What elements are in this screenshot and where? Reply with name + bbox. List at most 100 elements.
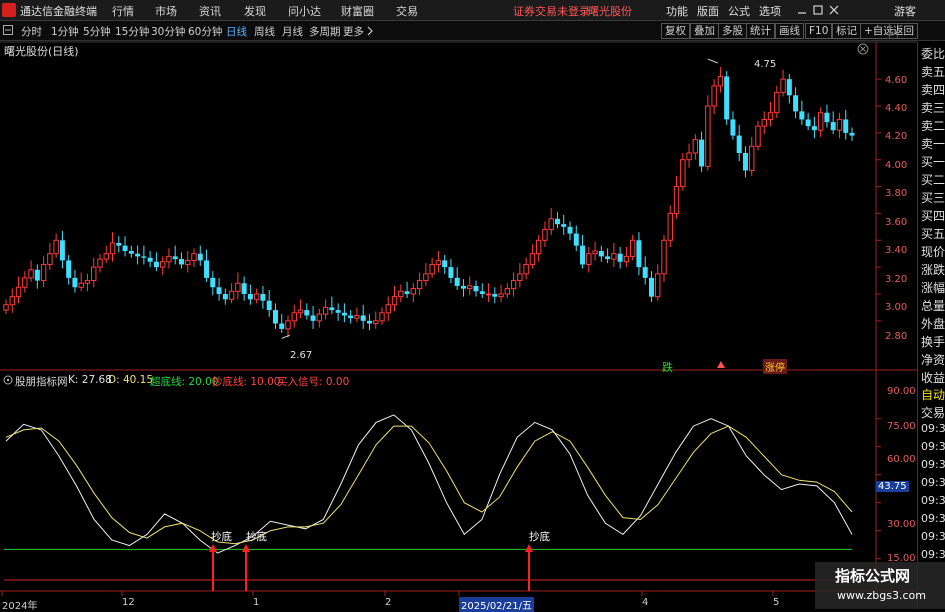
candle-body-down <box>567 226 573 234</box>
candle-body-down <box>617 253 623 262</box>
candle-body-up <box>548 218 554 231</box>
candle-body-up <box>836 118 843 131</box>
candle-body-up <box>379 312 385 322</box>
side-item-change-pct[interactable]: 涨幅 <box>921 279 945 296</box>
candle-body-up <box>91 266 97 282</box>
side-item-outer[interactable]: 外盘 <box>921 315 945 332</box>
candle-body-up <box>686 152 692 161</box>
indicator-settings-icon[interactable] <box>3 375 13 385</box>
candle-body-down <box>573 233 579 246</box>
side-time: 09:36 <box>921 512 945 525</box>
side-item-sell2[interactable]: 卖二 <box>921 117 945 134</box>
candle-body-up <box>410 288 417 295</box>
candle-body-up <box>510 280 517 290</box>
price-tick: 3.60 <box>885 217 908 228</box>
indicator-name[interactable]: 股朋指标网 <box>15 374 68 389</box>
time-label: 12 <box>122 597 135 608</box>
candle-body-up <box>586 253 592 265</box>
candle-body-down <box>335 310 341 313</box>
side-trade[interactable]: 交易 <box>921 404 945 421</box>
candle-body-up <box>655 273 661 298</box>
low-pointer <box>281 334 290 339</box>
buy-signal-arrow <box>242 544 250 552</box>
bottom-line-value: 抄底线: 10.00 <box>212 376 281 388</box>
candle-body-up <box>3 304 9 311</box>
price-tick: 4.20 <box>885 131 908 142</box>
side-item-buy5[interactable]: 买五 <box>921 225 945 242</box>
side-item-buy4[interactable]: 买四 <box>921 207 945 224</box>
candle-body-down <box>153 261 159 268</box>
candle-body-up <box>291 312 297 322</box>
side-item-buy1[interactable]: 买一 <box>921 153 945 170</box>
candle-body-up <box>542 229 548 241</box>
side-time: 09:36 <box>921 494 945 507</box>
candle-body-up <box>485 293 492 296</box>
candle-body-down <box>492 293 498 297</box>
side-item-sell1[interactable]: 卖一 <box>921 135 945 152</box>
candle-body-down <box>366 320 372 324</box>
time-label: 2 <box>385 597 392 608</box>
candle-body-down <box>66 260 72 278</box>
candle-body-down <box>135 253 141 257</box>
side-item-earnings[interactable]: 收益 <box>921 369 945 386</box>
candle-body-down <box>730 119 736 136</box>
candle-body-up <box>391 296 398 306</box>
side-auto[interactable]: 自动 <box>921 386 945 403</box>
candle-body-down <box>216 287 222 294</box>
time-label: 2024年 <box>2 601 38 612</box>
candle-body-down <box>793 95 799 112</box>
candle-body-down <box>247 293 253 300</box>
candle-body-up <box>780 78 786 94</box>
candle-body-down <box>830 122 836 131</box>
candle-body-down <box>636 240 642 268</box>
side-item-weibi[interactable]: 委比 <box>921 45 945 62</box>
candle-body-down <box>454 277 460 286</box>
candle-body-down <box>72 277 78 288</box>
candle-body-up <box>435 259 442 265</box>
candle-body-down <box>260 293 266 301</box>
candle-body-down <box>348 315 354 319</box>
candle-body-up <box>398 290 404 298</box>
price-panel-title: 曙光股份(日线) <box>4 45 79 58</box>
side-item-sell5[interactable]: 卖五 <box>921 63 945 80</box>
candle-body-down <box>824 112 830 123</box>
candle-body-down <box>178 259 184 265</box>
quote-side-panel: 委比 卖五 卖四 卖三 卖二 卖一 买一 买二 买三 买四 买五 现价 涨跌 涨… <box>917 42 945 609</box>
side-item-buy3[interactable]: 买三 <box>921 189 945 206</box>
candle-body-up <box>498 293 504 298</box>
candle-body-up <box>523 263 529 275</box>
candle-body-up <box>705 105 711 167</box>
candle-body-up <box>191 253 197 261</box>
price-tick: 4.40 <box>885 103 908 114</box>
side-item-price[interactable]: 现价 <box>921 243 945 260</box>
limit-down-marker: 跌 <box>662 361 673 374</box>
side-item-net-asset[interactable]: 净资 <box>921 351 945 368</box>
candle-body-down <box>404 291 410 294</box>
candle-body-up <box>504 288 511 295</box>
candle-body-up <box>253 293 260 300</box>
candle-body-up <box>28 269 34 279</box>
indicator-line-k <box>5 414 853 554</box>
side-item-volume[interactable]: 总量 <box>921 297 945 314</box>
candle-body-down <box>210 277 216 288</box>
candle-body-up <box>767 112 774 120</box>
side-item-turnover[interactable]: 换手 <box>921 333 945 350</box>
candle-body-up <box>285 320 291 330</box>
candle-body-down <box>310 315 316 321</box>
close-panel-icon[interactable] <box>857 43 869 55</box>
candle-body-up <box>680 159 686 188</box>
candle-body-down <box>843 119 849 133</box>
chart-canvas[interactable] <box>0 0 917 609</box>
indicator-tick: 75.00 <box>887 421 916 432</box>
side-item-sell4[interactable]: 卖四 <box>921 81 945 98</box>
side-item-sell3[interactable]: 卖三 <box>921 99 945 116</box>
candle-body-down <box>304 310 310 316</box>
d-value: D: 40.15 <box>108 374 154 386</box>
candle-body-up <box>103 253 109 260</box>
candle-body-up <box>297 309 304 314</box>
side-item-buy2[interactable]: 买二 <box>921 171 945 188</box>
candle-body-up <box>166 255 172 263</box>
price-tick: 2.80 <box>885 331 908 342</box>
side-item-change[interactable]: 涨跌 <box>921 261 945 278</box>
buy-signal-label: 抄底 <box>246 531 267 543</box>
